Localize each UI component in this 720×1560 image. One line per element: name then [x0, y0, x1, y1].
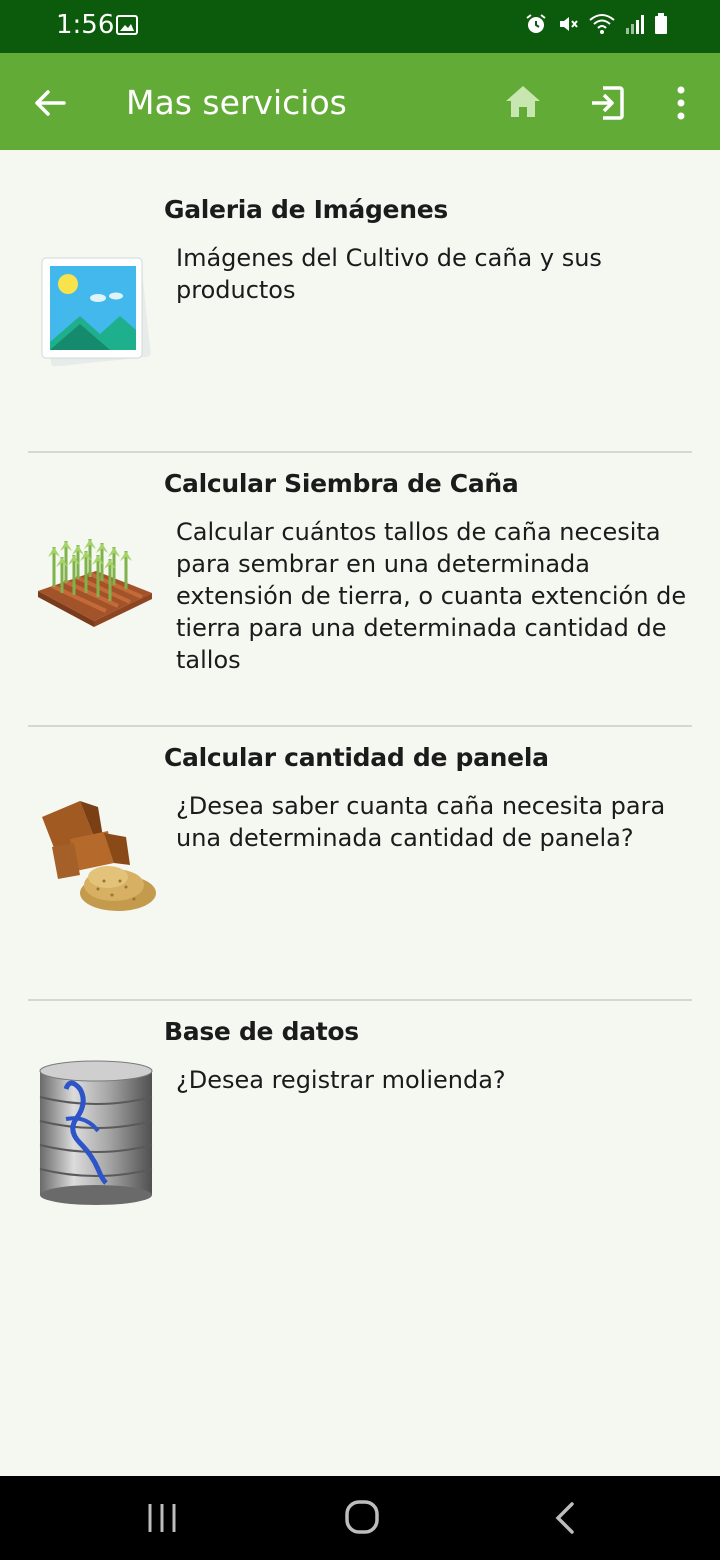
status-time: 1:56 — [56, 10, 115, 40]
home-icon — [506, 86, 540, 117]
list-item-calculate-panela[interactable]: Calcular cantidad de panela ¿Desea saber… — [0, 727, 720, 1001]
database-icon — [36, 1059, 166, 1205]
home-button[interactable] — [502, 81, 544, 123]
list-item-gallery[interactable]: Galeria de Imágenes Imágenes del Cultivo… — [0, 150, 720, 424]
chevron-left-icon — [555, 1502, 574, 1534]
panela-icon — [34, 797, 164, 927]
item-description: Calcular cuántos tallos de caña necesita… — [176, 518, 687, 674]
recents-icon — [148, 1504, 176, 1532]
mute-icon — [560, 17, 578, 31]
item-title: Base de datos — [164, 1017, 359, 1046]
more-vertical-icon — [677, 86, 685, 120]
exit-to-app-icon — [592, 86, 624, 120]
app-bar: Mas servicios — [0, 53, 720, 150]
image-notification-icon — [116, 15, 138, 40]
alarm-icon — [526, 14, 546, 33]
item-title: Calcular Siembra de Caña — [164, 469, 519, 498]
page-title: Mas servicios — [126, 83, 347, 122]
item-description: ¿Desea registrar molienda? — [176, 1066, 506, 1094]
signal-icon — [626, 15, 644, 34]
exit-button[interactable] — [587, 83, 627, 123]
list-item-calculate-planting[interactable]: Calcular Siembra de Caña Calcular cuánto… — [0, 453, 720, 727]
system-nav-bar — [0, 1476, 720, 1560]
system-back-button[interactable] — [550, 1500, 578, 1541]
arrow-left-icon — [35, 90, 66, 116]
system-home-button[interactable] — [344, 1498, 380, 1541]
sugarcane-field-icon — [34, 531, 164, 661]
home-circle-icon — [345, 1500, 379, 1534]
item-title: Calcular cantidad de panela — [164, 743, 549, 772]
item-description: Imágenes del Cultivo de caña y sus produ… — [176, 244, 602, 304]
back-button[interactable] — [30, 83, 70, 123]
recents-button[interactable] — [146, 1502, 178, 1539]
wifi-icon — [589, 14, 615, 34]
battery-icon — [655, 13, 667, 34]
more-options-button[interactable] — [670, 83, 692, 123]
item-title: Galeria de Imágenes — [164, 195, 448, 224]
item-description: ¿Desea saber cuanta caña necesita para u… — [176, 792, 666, 852]
status-bar: 1:56 — [0, 0, 720, 53]
gallery-icon — [36, 250, 166, 380]
list-item-database[interactable]: Base de datos ¿Desea registrar molienda? — [0, 1001, 720, 1275]
status-icons — [524, 12, 668, 36]
